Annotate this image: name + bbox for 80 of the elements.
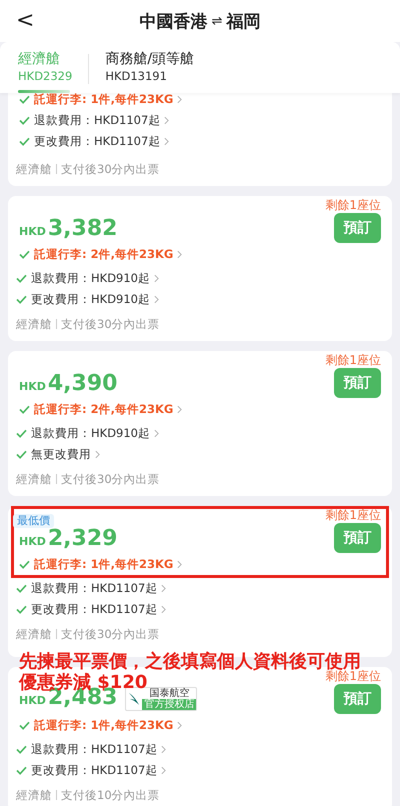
- fare-rule-text: 無更改費用: [31, 447, 91, 462]
- fare-rule-text: 退款費用：HKD1107起: [31, 742, 158, 757]
- check-icon: [16, 605, 27, 614]
- fare-price: 2,329: [48, 528, 118, 550]
- check-icon: [16, 429, 27, 438]
- cabin-label: 經濟艙: [16, 318, 52, 330]
- swap-icon: ⇌: [212, 14, 222, 28]
- fare-rule-text: 託運行李: 2件,每件23KG: [34, 247, 174, 262]
- check-icon: [19, 250, 30, 259]
- check-icon: [19, 405, 30, 414]
- seats-left-label: 剩餘1座位: [325, 670, 381, 683]
- book-button[interactable]: 預訂: [334, 684, 381, 714]
- chevron-right-icon[interactable]: [154, 429, 159, 438]
- chevron-right-icon[interactable]: [154, 274, 159, 283]
- fare-price: 4,390: [48, 373, 118, 395]
- currency-label: HKD: [19, 225, 46, 238]
- chevron-right-icon[interactable]: [177, 405, 182, 414]
- annotation-text: 先揀最平票價，之後填寫個人資料後可使用: [19, 651, 361, 672]
- fare-rule-text: 更改費用：HKD1107起: [31, 763, 158, 778]
- chevron-right-icon[interactable]: [164, 137, 170, 146]
- check-icon: [19, 95, 30, 104]
- chevron-right-icon[interactable]: [161, 766, 166, 775]
- ticketing-note: 支付後30分內出票: [61, 473, 160, 485]
- cabin-label: 經濟艙: [16, 628, 52, 640]
- seats-left-label: 剩餘1座位: [325, 199, 381, 212]
- chevron-right-icon[interactable]: [161, 584, 166, 593]
- fare-rule-text: 退款費用：HKD910起: [31, 271, 150, 286]
- fare-rule-text: 更改費用：HKD1107起: [34, 134, 160, 149]
- back-button[interactable]: <: [10, 6, 40, 35]
- cabin-tab[interactable]: 商務艙/頭等艙 HKD13191: [105, 50, 194, 93]
- cabin-label: 經濟艙: [16, 789, 52, 801]
- check-icon: [16, 584, 27, 593]
- cabin-label: 經濟艙: [16, 473, 52, 485]
- currency-label: HKD: [19, 694, 46, 707]
- check-icon: [19, 137, 30, 146]
- bird-logo-icon: [128, 691, 140, 707]
- chevron-right-icon[interactable]: [177, 560, 182, 569]
- chevron-right-icon[interactable]: [95, 450, 100, 459]
- chevron-right-icon[interactable]: [177, 721, 182, 730]
- seats-left-label: 剩餘1座位: [325, 354, 381, 367]
- fare-rule-text: 退款費用：HKD1107起: [31, 581, 158, 596]
- check-icon: [16, 295, 27, 304]
- currency-label: HKD: [19, 380, 46, 393]
- fare-rule-text: 託運行李: 1件,每件23KG: [34, 718, 174, 733]
- chevron-right-icon[interactable]: [164, 116, 170, 125]
- lowest-price-badge: 最低價: [13, 514, 54, 528]
- book-button[interactable]: 預訂: [334, 213, 381, 243]
- airline-badge: 国泰航空 官方授权店: [125, 687, 198, 711]
- chevron-right-icon[interactable]: [154, 295, 159, 304]
- fare-rule-text: 託運行李: 1件,每件23KG: [34, 557, 174, 572]
- check-icon: [16, 450, 27, 459]
- ticketing-note: 支付後10分內出票: [61, 789, 160, 801]
- seats-left-label: 剩餘1座位: [325, 509, 381, 522]
- fare-price: 3,382: [48, 218, 118, 240]
- cabin-tab[interactable]: 經濟艙 HKD2329: [18, 50, 72, 93]
- ticketing-note: 支付後30分內出票: [61, 318, 160, 330]
- fare-rule-text: 退款費用：HKD1107起: [34, 113, 160, 128]
- fare-rule-text: 退款費用：HKD910起: [31, 426, 150, 441]
- cabin-label: 經濟艙: [16, 163, 52, 175]
- chevron-right-icon[interactable]: [177, 250, 182, 259]
- fare-rule-text: 更改費用：HKD1107起: [31, 602, 158, 617]
- check-icon: [19, 116, 30, 125]
- fare-rule-text: 更改費用：HKD910起: [31, 292, 150, 307]
- ticketing-note: 支付後30分內出票: [61, 163, 160, 175]
- check-icon: [19, 721, 30, 730]
- check-icon: [16, 766, 27, 775]
- chevron-right-icon[interactable]: [161, 605, 166, 614]
- fare-rule-text: 託運行李: 1件,每件23KG: [34, 92, 174, 107]
- check-icon: [19, 560, 30, 569]
- check-icon: [16, 274, 27, 283]
- book-button[interactable]: 預訂: [334, 523, 381, 553]
- book-button[interactable]: 預訂: [334, 368, 381, 398]
- chevron-right-icon[interactable]: [177, 95, 182, 104]
- fare-rule-text: 託運行李: 2件,每件23KG: [34, 402, 174, 417]
- ticketing-note: 支付後30分內出票: [61, 628, 160, 640]
- origin-city: 中國香港: [140, 10, 208, 32]
- currency-label: HKD: [19, 535, 46, 548]
- check-icon: [16, 745, 27, 754]
- chevron-right-icon[interactable]: [161, 745, 166, 754]
- destination-city: 福岡: [226, 10, 260, 32]
